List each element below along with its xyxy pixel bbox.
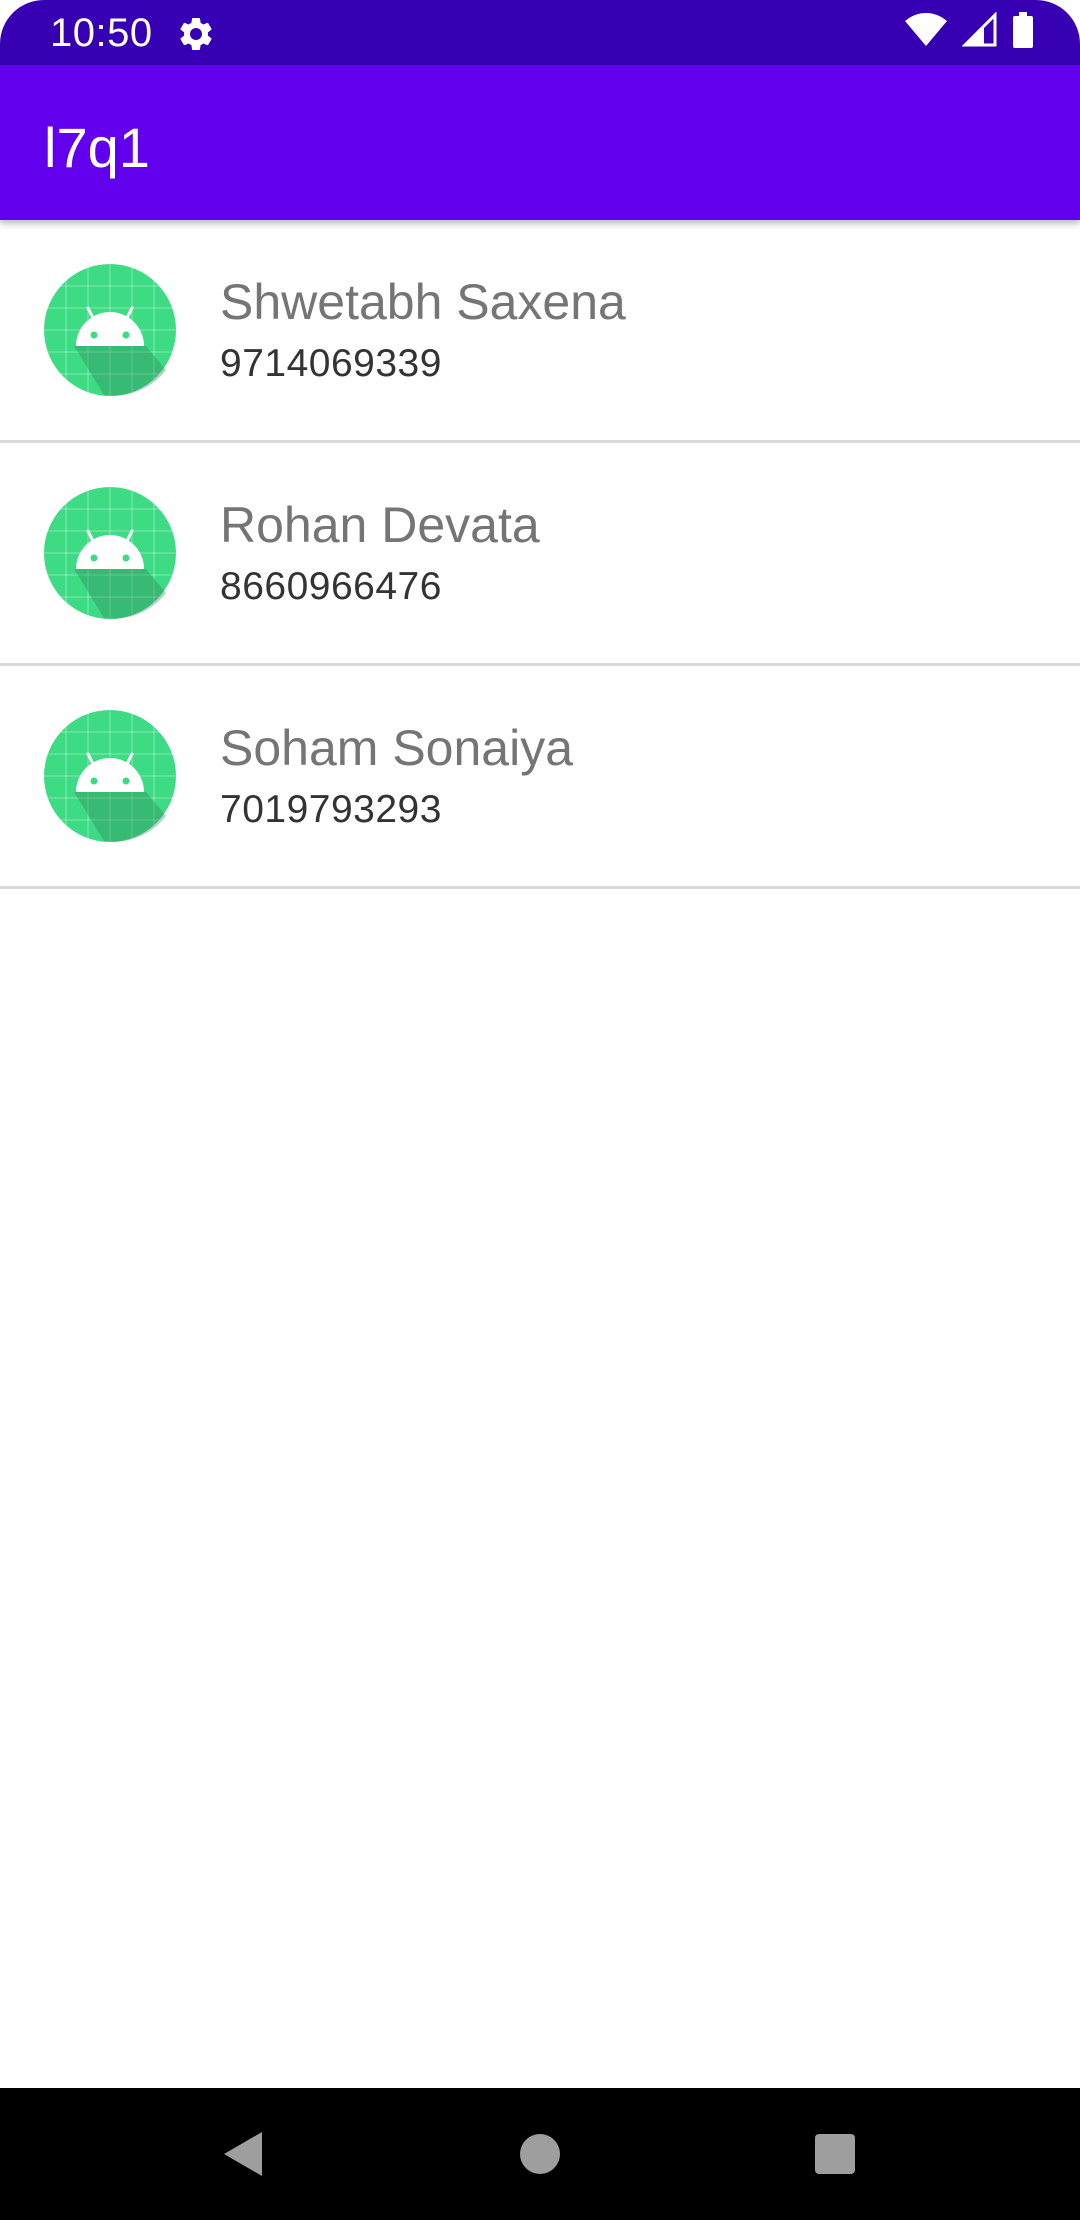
navigation-bar: [0, 2088, 1080, 2220]
back-icon[interactable]: [222, 2130, 264, 2178]
battery-icon: [1012, 11, 1034, 53]
android-avatar-icon: [44, 710, 176, 842]
status-icons: [904, 10, 1034, 53]
android-avatar-icon: [44, 487, 176, 619]
wifi-icon: [904, 12, 948, 53]
home-icon[interactable]: [519, 2133, 561, 2175]
contact-phone: 9714069339: [220, 342, 442, 385]
contact-phone: 7019793293: [220, 788, 442, 831]
status-bar: 10:50: [0, 0, 1080, 65]
recents-icon[interactable]: [814, 2133, 856, 2175]
app-title: l7q1: [44, 116, 150, 179]
contact-list-item[interactable]: Shwetabh Saxena 9714069339: [0, 220, 1080, 443]
contact-name: Soham Sonaiya: [220, 720, 574, 776]
status-time: 10:50: [50, 11, 153, 55]
android-avatar-icon: [44, 264, 176, 396]
contact-list-item[interactable]: Rohan Devata 8660966476: [0, 443, 1080, 666]
app-bar: l7q1: [0, 65, 1080, 220]
contact-list: Shwetabh Saxena 9714069339 Rohan Devata …: [0, 220, 1080, 889]
contact-phone: 8660966476: [220, 565, 442, 608]
cell-signal-icon: [961, 10, 998, 53]
contact-name: Shwetabh Saxena: [220, 274, 626, 330]
contact-name: Rohan Devata: [220, 497, 540, 553]
phone-screen: 10:50 l7q1 Shwetabh Saxena 9714069339 Ro…: [0, 0, 1080, 2220]
settings-gear-icon: [176, 14, 216, 54]
contact-list-item[interactable]: Soham Sonaiya 7019793293: [0, 666, 1080, 889]
